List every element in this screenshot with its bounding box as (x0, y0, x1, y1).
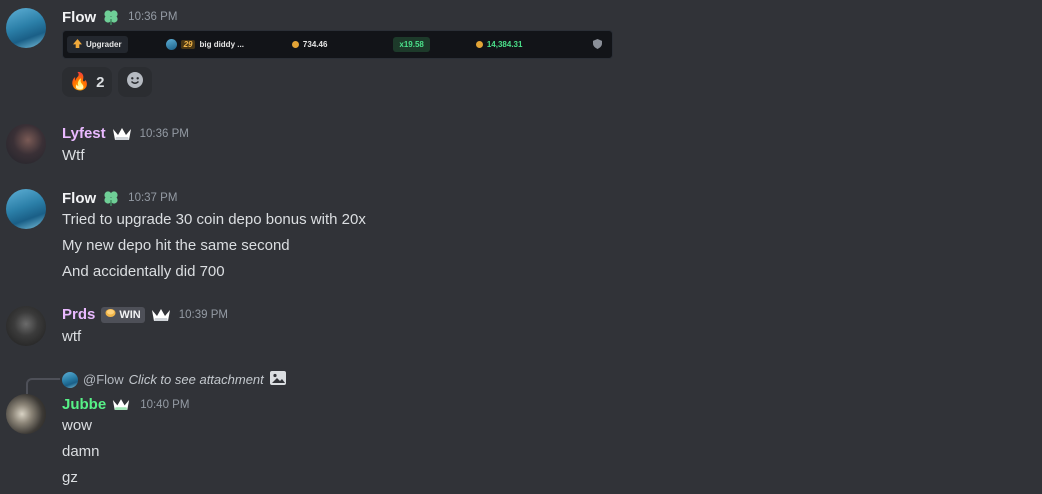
avatar-flow[interactable] (6, 189, 46, 229)
timestamp: 10:39 PM (178, 308, 228, 321)
message-text: Tried to upgrade 30 coin depo bonus with… (62, 211, 366, 228)
reply-preview[interactable]: @Flow Click to see attachment (62, 370, 287, 389)
timestamp: 10:36 PM (128, 11, 178, 23)
payout-cell: 14,384.31 (475, 40, 523, 49)
coin-icon (291, 41, 299, 48)
upgrader-arrow-icon (73, 39, 82, 50)
username-jubbe[interactable]: Jubbe (62, 396, 106, 413)
upgrader-embed[interactable]: Upgrader 29 big diddy ... 734.46 x19.58 … (62, 30, 613, 59)
fire-emoji: 🔥 (69, 72, 91, 91)
bet-amount: 734.46 (302, 40, 328, 49)
username-prds[interactable]: Prds (62, 306, 95, 323)
crown-badge-icon[interactable] (151, 307, 171, 323)
crown-badge-icon[interactable] (112, 126, 132, 142)
message-text: damn (62, 443, 100, 460)
reply-connector (26, 378, 60, 394)
bet-cell: 734.46 (291, 40, 328, 49)
smiley-icon (126, 71, 144, 94)
reactions-bar: 🔥 2 (62, 67, 152, 97)
message-text: wtf (62, 328, 82, 345)
reaction-count: 2 (96, 73, 105, 91)
timestamp: 10:37 PM (128, 192, 178, 204)
clover-badge-icon[interactable] (102, 189, 120, 207)
username-flow[interactable]: Flow (62, 9, 96, 26)
upgrader-label-box: Upgrader (67, 36, 128, 53)
multiplier-value: x19.58 (393, 37, 430, 52)
multiplier-cell: x19.58 (393, 37, 430, 52)
avatar-prds[interactable] (6, 306, 46, 346)
player-avatar-icon (165, 39, 177, 50)
shield-icon[interactable] (593, 38, 602, 51)
message-text: Wtf (62, 147, 85, 164)
coin-stack-icon (105, 308, 116, 321)
reply-avatar (62, 371, 78, 388)
shield-cell[interactable] (593, 38, 602, 51)
timestamp: 10:40 PM (140, 398, 190, 411)
avatar-lyfest[interactable] (6, 124, 46, 164)
player-cell: 29 big diddy ... (165, 39, 244, 50)
upgrader-label: Upgrader (86, 40, 122, 49)
player-name: big diddy ... (199, 40, 244, 49)
reaction-fire[interactable]: 🔥 2 (62, 67, 112, 97)
crown-badge-icon[interactable] (112, 397, 132, 413)
avatar-jubbe[interactable] (6, 394, 46, 434)
coin-icon (475, 41, 483, 48)
message-text: And accidentally did 700 (62, 263, 225, 280)
player-level: 29 (180, 40, 196, 49)
avatar-flow[interactable] (6, 8, 46, 48)
clover-badge-icon[interactable] (102, 8, 120, 26)
image-icon (269, 370, 287, 389)
tag-label: WIN (119, 308, 141, 321)
message-text: wow (62, 417, 93, 434)
win-tag[interactable]: WIN (101, 306, 145, 323)
message-text: My new depo hit the same second (62, 237, 290, 254)
username-lyfest[interactable]: Lyfest (62, 125, 106, 142)
payout-amount: 14,384.31 (486, 40, 523, 49)
reply-text[interactable]: Click to see attachment (129, 372, 264, 387)
add-reaction-button[interactable] (117, 67, 152, 97)
message-text: gz (62, 469, 78, 486)
timestamp: 10:36 PM (139, 127, 189, 140)
username-flow[interactable]: Flow (62, 190, 96, 207)
reply-mention[interactable]: @Flow (83, 372, 124, 387)
